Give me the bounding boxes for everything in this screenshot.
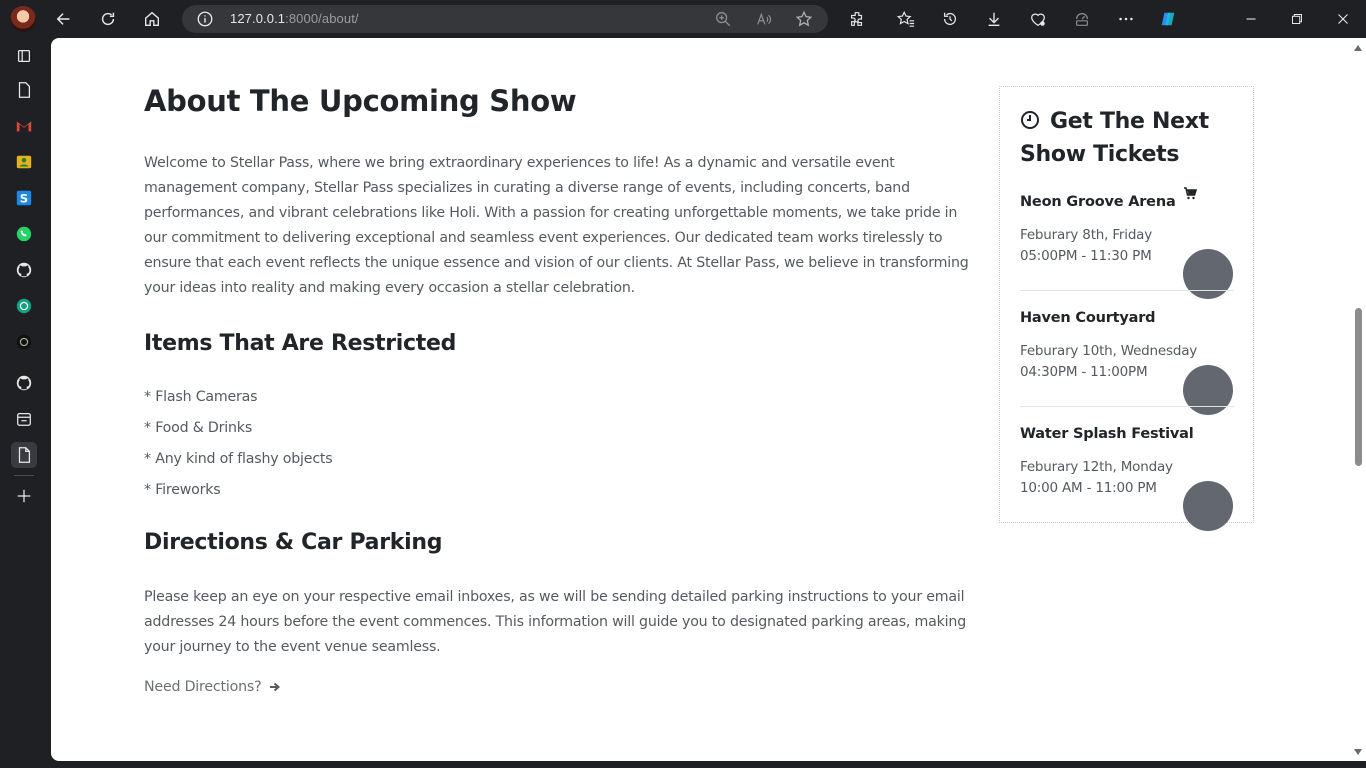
intro-paragraph: Welcome to Stellar Pass, where we bring … bbox=[144, 155, 969, 296]
restricted-list: * Flash Cameras * Food & Drinks * Any ki… bbox=[144, 385, 333, 509]
sidebar-divider bbox=[14, 475, 34, 476]
clock-icon bbox=[1021, 111, 1039, 129]
read-aloud-icon[interactable] bbox=[755, 10, 773, 28]
performance-icon[interactable] bbox=[1069, 6, 1095, 32]
document-icon[interactable] bbox=[11, 77, 37, 103]
tickets-card: Get The Next Show Tickets Neon Groove Ar… bbox=[999, 86, 1254, 531]
event-name: Water Splash Festival bbox=[1020, 426, 1194, 442]
browser-essentials-icon[interactable] bbox=[1025, 6, 1051, 32]
zoom-icon[interactable] bbox=[714, 10, 732, 28]
copilot-icon[interactable] bbox=[1155, 6, 1181, 32]
scroll-thumb[interactable] bbox=[1355, 308, 1362, 466]
close-window-icon[interactable] bbox=[1330, 6, 1356, 32]
more-menu-icon[interactable] bbox=[1113, 6, 1139, 32]
list-item: * Flash Cameras bbox=[144, 389, 258, 405]
favorites-icon[interactable] bbox=[893, 6, 919, 32]
tabs-icon[interactable] bbox=[11, 43, 37, 69]
page-icon[interactable] bbox=[11, 442, 37, 468]
page-viewport: About The Upcoming Show Welcome to Stell… bbox=[51, 38, 1366, 761]
github-icon[interactable] bbox=[11, 370, 37, 396]
dark-app-icon[interactable] bbox=[11, 329, 37, 355]
scroll-down-arrow[interactable] bbox=[1354, 749, 1362, 755]
event-date: Feburary 10th, Wednesday bbox=[1020, 343, 1198, 359]
calendar-icon[interactable] bbox=[11, 406, 37, 432]
event-name: Haven Courtyard bbox=[1020, 310, 1156, 326]
arrow-right-icon bbox=[270, 682, 281, 692]
directions-paragraph: Please keep an eye on your respective em… bbox=[144, 589, 967, 655]
event-divider bbox=[1020, 406, 1234, 407]
whatsapp-icon[interactable] bbox=[11, 221, 37, 247]
favorite-star-icon[interactable] bbox=[795, 10, 813, 28]
event-thumbnail[interactable] bbox=[1183, 481, 1233, 531]
need-directions-label: Need Directions? bbox=[144, 679, 262, 695]
add-icon[interactable] bbox=[11, 483, 37, 509]
need-directions-link[interactable]: Need Directions? bbox=[144, 679, 281, 695]
event-item[interactable]: Neon Groove Arena Feburary 8th, Friday 0… bbox=[1020, 194, 1234, 299]
downloads-icon[interactable] bbox=[981, 6, 1007, 32]
directions-heading: Directions & Car Parking bbox=[144, 530, 443, 555]
home-icon[interactable] bbox=[139, 6, 165, 32]
gmail-icon[interactable] bbox=[11, 113, 37, 139]
github-icon[interactable] bbox=[11, 257, 37, 283]
minimize-icon[interactable] bbox=[1238, 6, 1264, 32]
history-icon[interactable] bbox=[937, 6, 963, 32]
event-date: Feburary 8th, Friday bbox=[1020, 227, 1153, 243]
event-thumbnail[interactable] bbox=[1183, 365, 1233, 415]
list-item: * Fireworks bbox=[144, 482, 221, 498]
restricted-heading: Items That Are Restricted bbox=[144, 331, 457, 356]
event-date: Feburary 12th, Monday bbox=[1020, 459, 1173, 475]
scroll-up-arrow[interactable] bbox=[1354, 45, 1362, 51]
info-icon[interactable] bbox=[196, 10, 214, 28]
chatgpt-icon[interactable] bbox=[11, 293, 37, 319]
tickets-title: Get The Next Show Tickets bbox=[1020, 105, 1230, 171]
event-divider bbox=[1020, 290, 1234, 291]
profile-avatar[interactable] bbox=[10, 6, 36, 32]
restore-icon[interactable] bbox=[1284, 6, 1310, 32]
svg-text:S: S bbox=[20, 192, 28, 206]
event-item[interactable]: Water Splash Festival Feburary 12th, Mon… bbox=[1020, 426, 1234, 531]
url-text[interactable]: 127.0.0.1:8000/about/ bbox=[230, 11, 359, 26]
browser-sidebar: S bbox=[0, 38, 48, 768]
event-item[interactable]: Haven Courtyard Feburary 10th, Wednesday… bbox=[1020, 310, 1234, 415]
page-title: About The Upcoming Show bbox=[144, 84, 577, 118]
page-scrollbar[interactable] bbox=[1351, 38, 1366, 761]
photos-icon[interactable] bbox=[11, 149, 37, 175]
extensions-icon[interactable] bbox=[844, 6, 870, 32]
refresh-icon[interactable] bbox=[95, 6, 121, 32]
back-icon[interactable] bbox=[51, 6, 77, 32]
tickets-title-text: Get The Next Show Tickets bbox=[1020, 109, 1209, 167]
list-item: * Any kind of flashy objects bbox=[144, 451, 333, 467]
address-bar[interactable]: 127.0.0.1:8000/about/ bbox=[182, 5, 828, 33]
event-thumbnail[interactable] bbox=[1183, 249, 1233, 299]
list-item: * Food & Drinks bbox=[144, 420, 253, 436]
s-app-icon[interactable]: S bbox=[11, 185, 37, 211]
event-name: Neon Groove Arena bbox=[1020, 194, 1176, 210]
browser-toolbar: 127.0.0.1:8000/about/ bbox=[0, 0, 1366, 38]
